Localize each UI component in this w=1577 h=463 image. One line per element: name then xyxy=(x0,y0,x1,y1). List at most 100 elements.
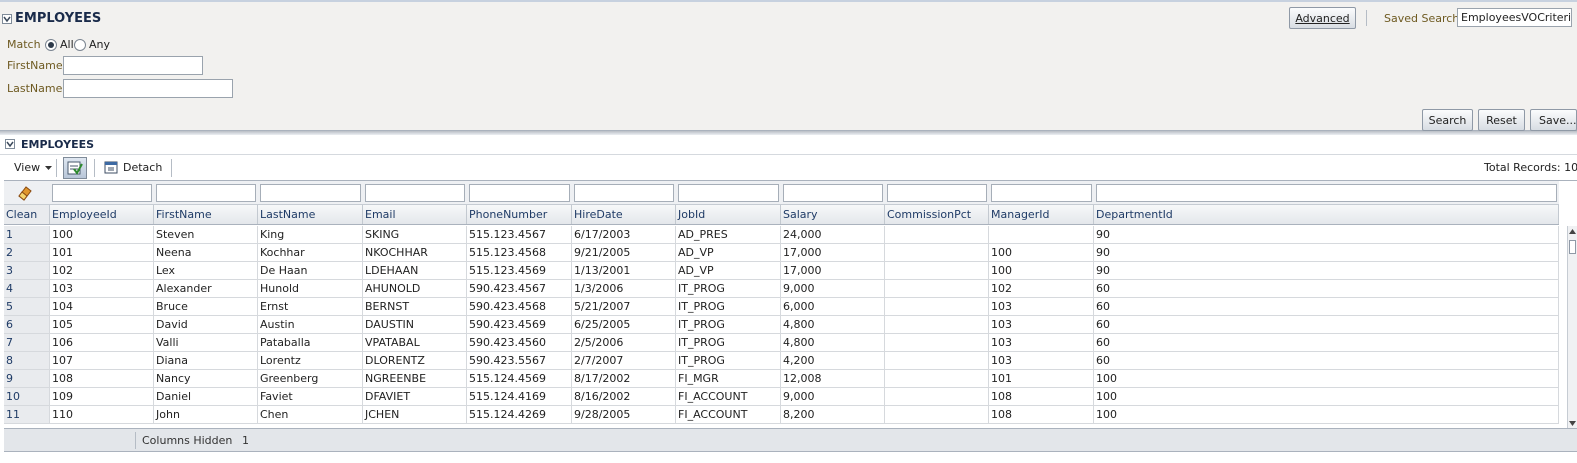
commissionpct-cell xyxy=(885,406,989,423)
phonenumber-cell: 590.423.4569 xyxy=(467,316,572,333)
firstname-field[interactable] xyxy=(63,56,203,75)
firstname-cell: Lex xyxy=(154,262,258,279)
column-header[interactable]: HireDate xyxy=(572,205,676,224)
search-button[interactable]: Search xyxy=(1422,109,1473,131)
column-header[interactable]: LastName xyxy=(258,205,363,224)
column-header[interactable]: FirstName xyxy=(154,205,258,224)
row-number: 9 xyxy=(4,370,50,387)
table-row[interactable]: 8 107 Diana Lorentz DLORENTZ 590.423.5567 2/7/… xyxy=(4,352,1559,370)
filter-managerid-input[interactable] xyxy=(991,184,1092,202)
table-row[interactable]: 1 100 Steven King SKING 515.123.4567 6/17/2003… xyxy=(4,226,1559,244)
saved-search-select[interactable]: EmployeesVOCriteria xyxy=(1457,8,1572,27)
filter-hiredate-input[interactable] xyxy=(574,184,674,202)
row-number: 2 xyxy=(4,244,50,261)
vertical-scrollbar[interactable] xyxy=(1567,226,1577,428)
firstname-cell: Nancy xyxy=(154,370,258,387)
departmentid-cell: 60 xyxy=(1094,352,1559,369)
filter-departmentid-input[interactable] xyxy=(1096,184,1557,202)
firstname-cell: Alexander xyxy=(154,280,258,297)
table-row[interactable]: 10 109 Daniel Faviet DFAVIET 515.124.4169 8/16… xyxy=(4,388,1559,406)
phonenumber-cell: 515.123.4567 xyxy=(467,226,572,243)
column-header[interactable]: Salary xyxy=(781,205,885,224)
table-row[interactable]: 7 106 Valli Pataballa VPATABAL 590.423.4560 2/… xyxy=(4,334,1559,352)
commissionpct-cell xyxy=(885,244,989,261)
saved-search-label: Saved Search xyxy=(1384,12,1460,25)
departmentid-cell: 60 xyxy=(1094,280,1559,297)
filter-firstname-input[interactable] xyxy=(156,184,256,202)
save-button[interactable]: Save... xyxy=(1530,109,1577,131)
table-row[interactable]: 2 101 Neena Kochhar NKOCHHAR 515.123.4568 9/21… xyxy=(4,244,1559,262)
table-row[interactable]: 4 103 Alexander Hunold AHUNOLD 590.423.4567 1/… xyxy=(4,280,1559,298)
scroll-up-icon[interactable] xyxy=(1568,228,1577,235)
filter-commissionpct-input[interactable] xyxy=(887,184,987,202)
jobid-cell: AD_PRES xyxy=(676,226,781,243)
filter-phonenumber-input[interactable] xyxy=(469,184,570,202)
departmentid-cell: 60 xyxy=(1094,334,1559,351)
advanced-button[interactable]: Advanced xyxy=(1289,7,1356,29)
view-menu[interactable]: View xyxy=(14,161,53,174)
hiredate-cell: 2/5/2006 xyxy=(572,334,676,351)
managerid-cell: 100 xyxy=(989,244,1094,261)
search-panel: EMPLOYEES Match All Any FirstName LastNa… xyxy=(0,0,1577,135)
table-row[interactable]: 3 102 Lex De Haan LDEHAAN 515.123.4569 1/13/20… xyxy=(4,262,1559,280)
firstname-cell: Bruce xyxy=(154,298,258,315)
lastname-field[interactable] xyxy=(63,79,233,98)
jobid-cell: IT_PROG xyxy=(676,316,781,333)
divider xyxy=(171,159,172,177)
divider xyxy=(94,159,95,177)
column-header[interactable]: DepartmentId xyxy=(1094,205,1559,224)
clean-cell[interactable] xyxy=(4,181,50,204)
column-header[interactable]: CommissionPct xyxy=(885,205,989,224)
disclose-down-icon[interactable] xyxy=(5,139,15,149)
filter-email-input[interactable] xyxy=(365,184,465,202)
salary-cell: 17,000 xyxy=(781,244,885,261)
hiredate-cell: 6/17/2003 xyxy=(572,226,676,243)
phonenumber-cell: 515.124.4569 xyxy=(467,370,572,387)
firstname-cell: John xyxy=(154,406,258,423)
jobid-cell: AD_VP xyxy=(676,262,781,279)
table-row[interactable]: 6 105 David Austin DAUSTIN 590.423.4569 6/25/2… xyxy=(4,316,1559,334)
column-header[interactable]: Clean xyxy=(4,205,50,224)
scrollbar-thumb[interactable] xyxy=(1569,240,1576,254)
chevron-down-icon xyxy=(45,165,53,170)
managerid-cell: 103 xyxy=(989,352,1094,369)
header-row: Clean EmployeeId FirstName LastName Emai… xyxy=(4,205,1559,225)
detach-button[interactable]: Detach xyxy=(104,159,162,175)
match-any-label: Any xyxy=(89,38,111,51)
table-row[interactable]: 11 110 John Chen JCHEN 515.124.4269 9/28/2005 F… xyxy=(4,406,1559,424)
lastname-cell: Faviet xyxy=(258,388,363,405)
column-header[interactable]: JobId xyxy=(676,205,781,224)
query-by-example-icon xyxy=(67,161,83,175)
column-header[interactable]: PhoneNumber xyxy=(467,205,572,224)
row-number: 5 xyxy=(4,298,50,315)
commissionpct-cell xyxy=(885,226,989,243)
hiredate-cell: 8/16/2002 xyxy=(572,388,676,405)
row-number: 1 xyxy=(4,226,50,243)
filter-employeeid-input[interactable] xyxy=(52,184,152,202)
filter-jobid-input[interactable] xyxy=(678,184,779,202)
column-header[interactable]: ManagerId xyxy=(989,205,1094,224)
firstname-cell: Steven xyxy=(154,226,258,243)
disclose-down-icon[interactable] xyxy=(2,14,12,24)
row-number: 3 xyxy=(4,262,50,279)
scroll-down-icon[interactable] xyxy=(1568,420,1577,427)
filter-salary-input[interactable] xyxy=(783,184,883,202)
row-number: 11 xyxy=(4,406,50,423)
query-by-example-button[interactable] xyxy=(63,157,87,179)
phonenumber-cell: 515.123.4569 xyxy=(467,262,572,279)
table-row[interactable]: 9 108 Nancy Greenberg NGREENBE 515.124.4569 8/… xyxy=(4,370,1559,388)
email-cell: JCHEN xyxy=(363,406,467,423)
phonenumber-cell: 515.124.4269 xyxy=(467,406,572,423)
match-any-radio[interactable] xyxy=(74,39,86,51)
column-header[interactable]: EmployeeId xyxy=(50,205,154,224)
results-header: EMPLOYEES xyxy=(0,135,1577,155)
column-header[interactable]: Email xyxy=(363,205,467,224)
detach-icon xyxy=(104,161,118,174)
phonenumber-cell: 590.423.5567 xyxy=(467,352,572,369)
results-title: EMPLOYEES xyxy=(21,138,95,151)
filter-lastname-input[interactable] xyxy=(260,184,361,202)
table-row[interactable]: 5 104 Bruce Ernst BERNST 590.423.4568 5/21/200… xyxy=(4,298,1559,316)
lastname-cell: Hunold xyxy=(258,280,363,297)
match-all-radio[interactable] xyxy=(45,39,57,51)
reset-button[interactable]: Reset xyxy=(1478,109,1525,131)
